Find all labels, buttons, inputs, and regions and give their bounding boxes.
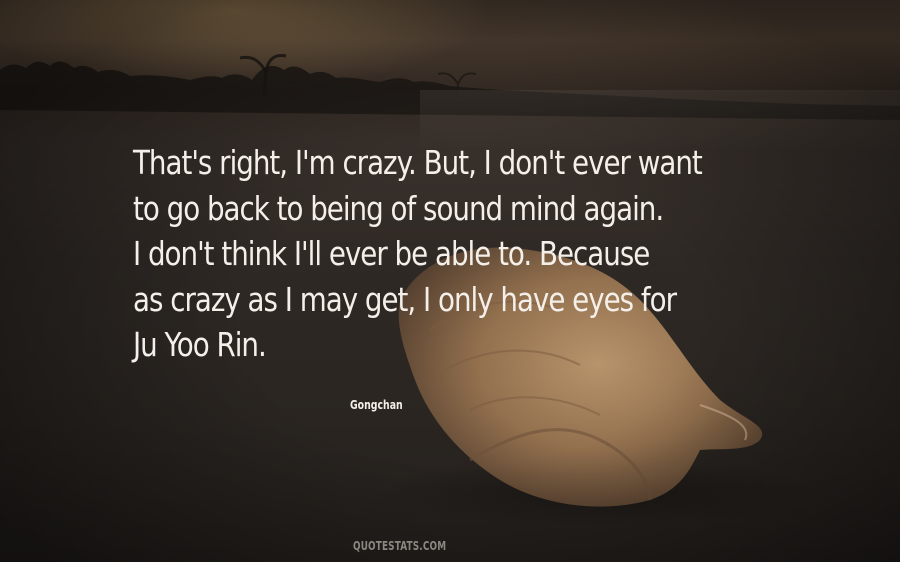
quote-line: Ju Yoo Rin. [133,325,267,364]
quote-line: I don't think I'll ever be able to. Beca… [133,234,650,273]
quote-text: That's right, I'm crazy. But, I don't ev… [133,140,704,368]
quote-image: That's right, I'm crazy. But, I don't ev… [0,0,900,562]
site-watermark: QUOTESTATS.COM [353,539,447,553]
quote-line: as crazy as I may get, I only have eyes … [133,279,677,319]
quote-line: That's right, I'm crazy. But, I don't ev… [133,143,703,182]
quote-line: to go back to being of sound mind again. [133,188,664,228]
quote-author: Gongchan [350,398,403,412]
